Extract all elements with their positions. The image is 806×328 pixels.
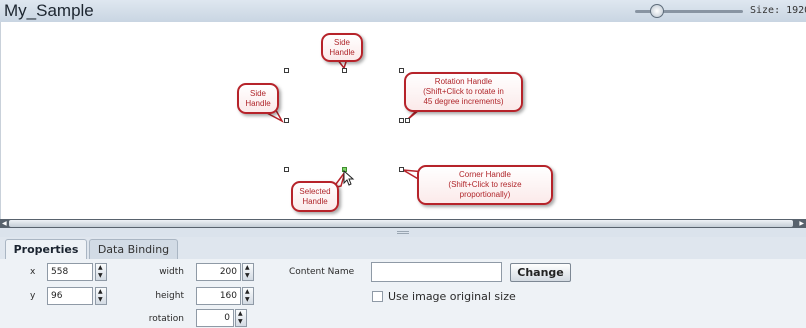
side-handle-right[interactable] xyxy=(399,118,404,123)
scroll-right-arrow-icon[interactable]: ▶ xyxy=(799,220,804,227)
rotation-label: rotation xyxy=(148,314,184,324)
use-original-size-checkbox[interactable] xyxy=(372,291,383,302)
rotation-handle[interactable] xyxy=(405,118,410,123)
use-original-size-label: Use image original size xyxy=(388,290,516,303)
tab-properties[interactable]: Properties xyxy=(5,239,87,260)
width-label: width xyxy=(159,267,184,277)
y-spinner[interactable]: ▲ ▼ xyxy=(95,287,107,305)
height-spinner[interactable]: ▲ ▼ xyxy=(242,287,254,305)
x-field[interactable]: 558 xyxy=(47,263,93,281)
corner-handle-top-right[interactable] xyxy=(399,68,404,73)
width-field[interactable]: 200 xyxy=(196,263,241,281)
height-label: height xyxy=(155,291,184,301)
callout-rotation-handle: Rotation Handle (Shift+Click to rotate i… xyxy=(404,72,523,112)
zoom-slider-knob[interactable] xyxy=(650,4,664,18)
rotation-spinner[interactable]: ▲ ▼ xyxy=(235,309,247,327)
corner-handle-bottom-right[interactable] xyxy=(399,167,404,172)
x-label: x xyxy=(30,267,36,277)
change-button[interactable]: Change xyxy=(510,263,571,282)
callout-side-handle-top: Side Handle xyxy=(321,33,363,62)
y-field[interactable]: 96 xyxy=(47,287,93,305)
y-label: y xyxy=(30,291,36,301)
callout-side-handle-left: Side Handle xyxy=(237,83,279,114)
document-title: My_Sample xyxy=(4,1,94,20)
content-name-field[interactable] xyxy=(371,262,502,282)
canvas-size-label: Size: 1920x108 xyxy=(750,5,806,16)
height-field[interactable]: 160 xyxy=(196,287,241,305)
content-name-label: Content Name xyxy=(289,267,355,277)
corner-handle-top-left[interactable] xyxy=(284,68,289,73)
scrollbar-thumb[interactable] xyxy=(9,220,793,227)
side-handle-left[interactable] xyxy=(284,118,289,123)
corner-handle-bottom-left[interactable] xyxy=(284,167,289,172)
rotation-field[interactable]: 0 xyxy=(196,309,234,327)
x-spinner[interactable]: ▲ ▼ xyxy=(95,263,107,281)
property-tabs: Properties Data Binding xyxy=(0,237,806,260)
tab-data-binding[interactable]: Data Binding xyxy=(89,239,178,259)
scroll-left-arrow-icon[interactable]: ◀ xyxy=(2,220,7,227)
callout-selected-handle: Selected Handle xyxy=(291,181,339,212)
callout-corner-handle: Corner Handle (Shift+Click to resize pro… xyxy=(417,165,553,205)
mouse-pointer-icon xyxy=(343,170,355,186)
design-canvas[interactable]: Side Handle Side Handle Rotation Handle … xyxy=(0,22,806,219)
width-spinner[interactable]: ▲ ▼ xyxy=(242,263,254,281)
splitter-grip-icon[interactable] xyxy=(397,231,409,234)
title-bar: My_Sample Size: 1920x108 xyxy=(0,0,806,23)
side-handle-top[interactable] xyxy=(342,68,347,73)
canvas-horizontal-scrollbar[interactable]: ◀ ▶ xyxy=(0,219,806,228)
